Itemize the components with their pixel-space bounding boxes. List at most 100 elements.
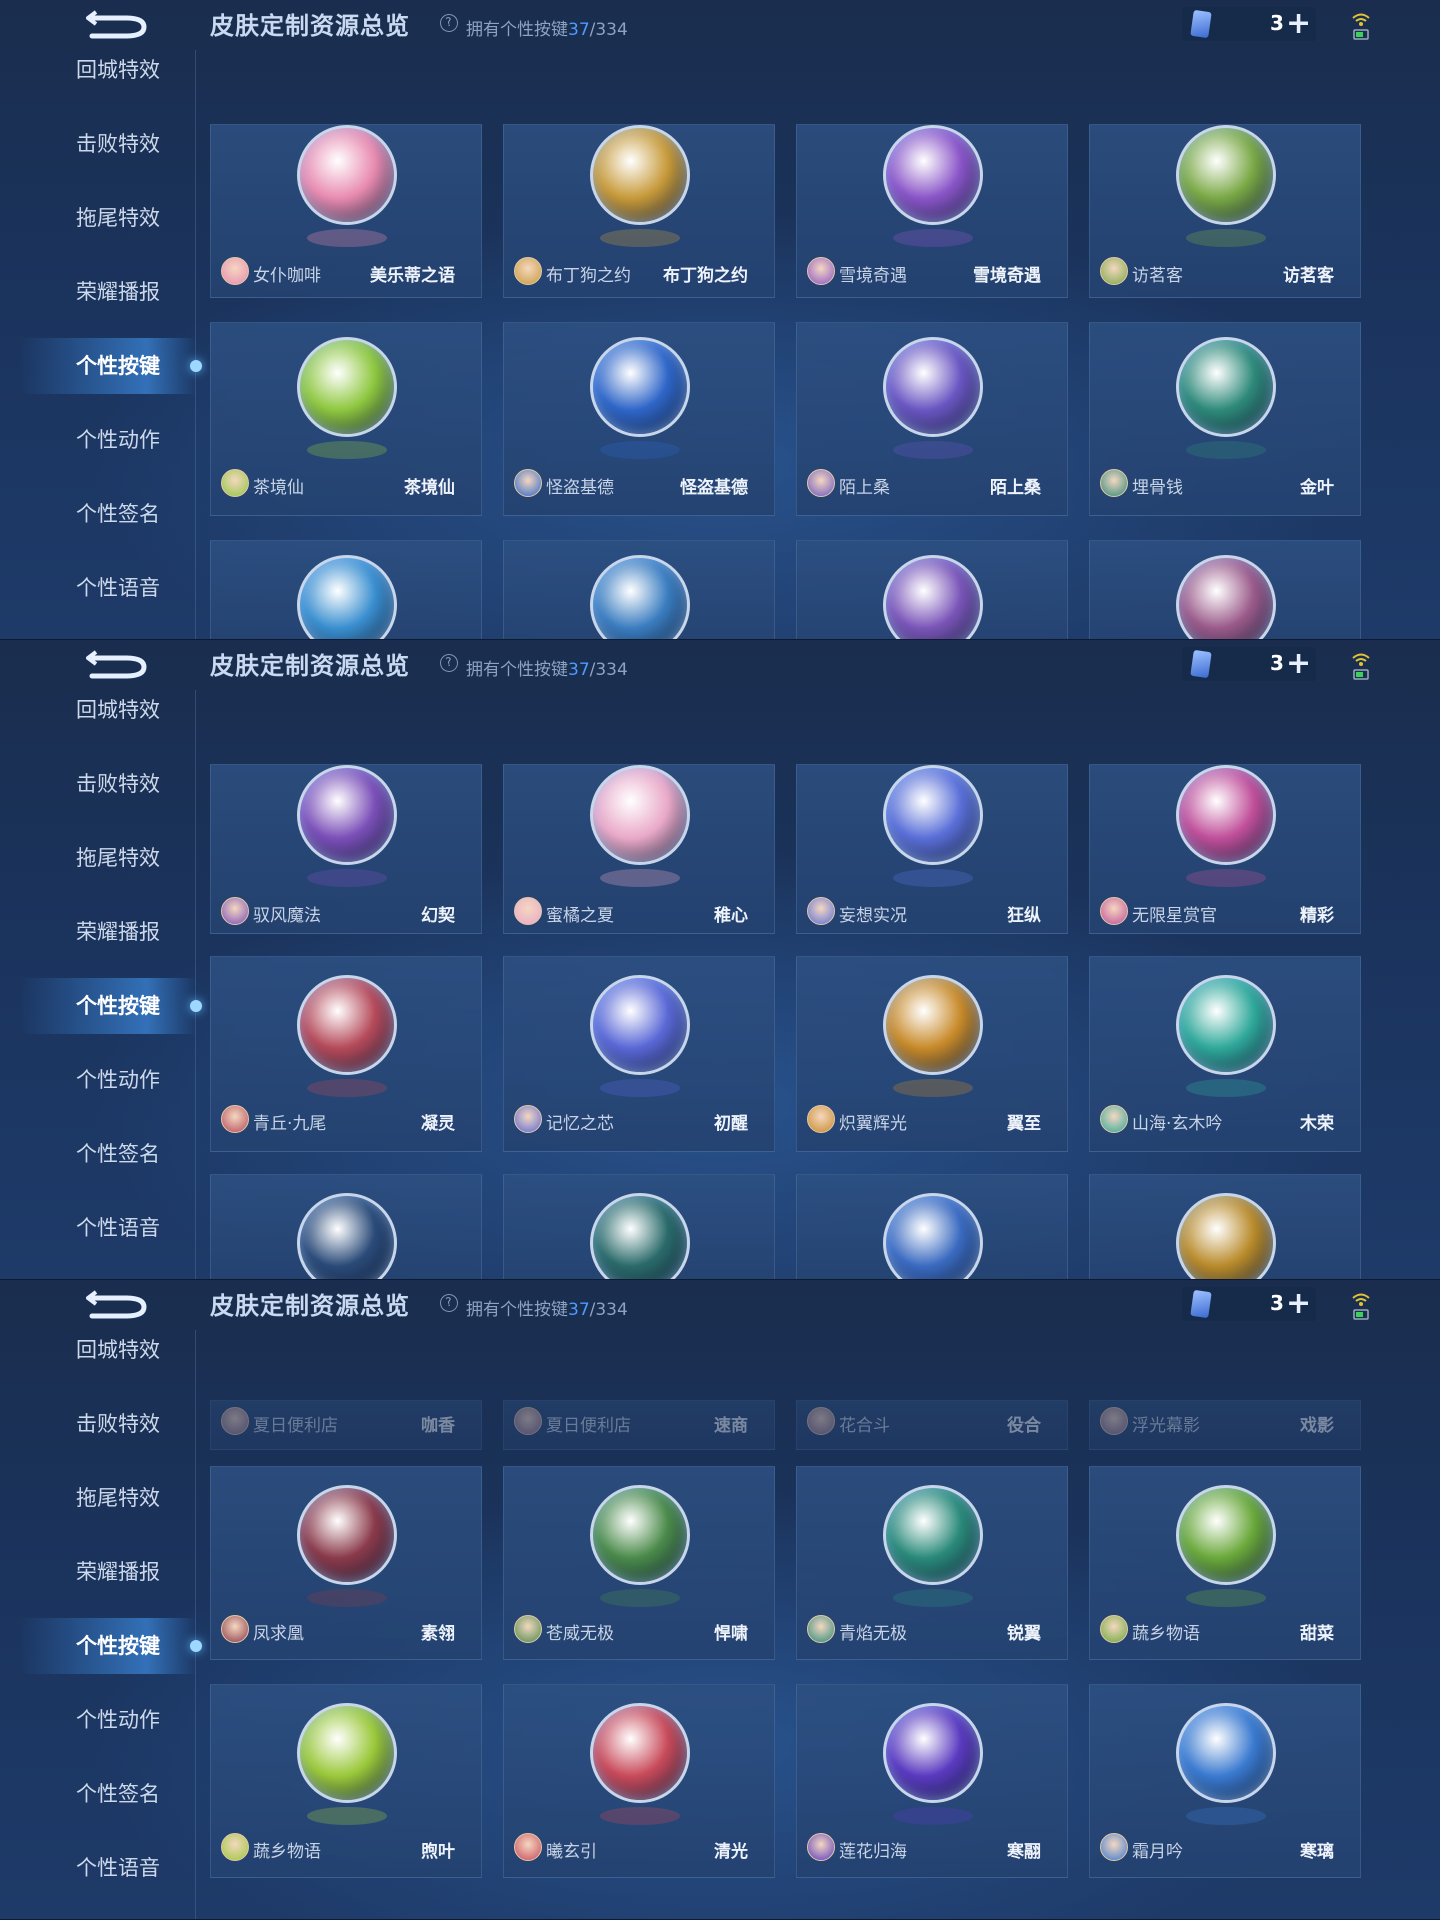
sidebar-item-1[interactable]: 回城特效	[0, 1322, 196, 1378]
card-currency-icon	[1190, 649, 1212, 679]
add-currency-button[interactable]: +	[1286, 646, 1311, 681]
skin-card[interactable]: 记忆之芯 初醒	[503, 956, 775, 1152]
skin-card[interactable]: 霜月吟 寒璃	[1089, 1684, 1361, 1878]
hero-avatar	[221, 1833, 249, 1861]
sidebar-item-2[interactable]: 击败特效	[0, 1396, 196, 1452]
skin-card[interactable]: 蔬乡物语 甜菜	[1089, 1466, 1361, 1660]
skin-card[interactable]: 花合斗 役合	[796, 1400, 1068, 1450]
icon-reflection	[307, 1079, 387, 1097]
skin-card[interactable]: 曦玄引 清光	[503, 1684, 775, 1878]
sidebar-item-5[interactable]: 个性按键	[0, 338, 196, 394]
skin-card[interactable]: 蜜橘之夏 稚心	[503, 764, 775, 934]
skin-card[interactable]: 访茗客 访茗客	[1089, 124, 1361, 298]
sidebar-item-3[interactable]: 拖尾特效	[0, 190, 196, 246]
sidebar-item-3[interactable]: 拖尾特效	[0, 830, 196, 886]
skin-name: 霜月吟	[1132, 1842, 1183, 1862]
skin-card[interactable]	[1089, 540, 1361, 639]
skin-card[interactable]: 无限星赏官 精彩	[1089, 764, 1361, 934]
icon-reflection	[600, 229, 680, 247]
icon-reflection	[307, 869, 387, 887]
skin-card[interactable]: 青丘·九尾 凝灵	[210, 956, 482, 1152]
skin-card[interactable]	[210, 540, 482, 639]
sidebar-item-8[interactable]: 个性语音	[0, 560, 196, 616]
skin-card[interactable]: 炽翼辉光 翼至	[796, 956, 1068, 1152]
skin-card[interactable]: 夏日便利店 咖香	[210, 1400, 482, 1450]
help-icon[interactable]: ?	[438, 652, 460, 674]
card-currency-icon	[1190, 1289, 1212, 1319]
skin-card[interactable]: 埋骨钱 金叶	[1089, 322, 1361, 516]
skin-button-icon	[297, 555, 397, 639]
back-button[interactable]	[86, 1288, 156, 1322]
skin-card[interactable]: 陌上桑 陌上桑	[796, 322, 1068, 516]
skin-card[interactable]: 驭风魔法 幻契	[210, 764, 482, 934]
skin-card[interactable]: 浮光幕影 戏影	[1089, 1400, 1361, 1450]
page-title: 皮肤定制资源总览	[210, 1292, 410, 1320]
sidebar-item-4[interactable]: 荣耀播报	[0, 904, 196, 960]
skin-button-icon	[297, 1193, 397, 1279]
hero-avatar	[514, 1833, 542, 1861]
back-arrow-icon	[86, 1290, 147, 1319]
sidebar-item-2[interactable]: 击败特效	[0, 116, 196, 172]
hero-avatar	[514, 897, 542, 925]
sidebar-item-6[interactable]: 个性动作	[0, 1692, 196, 1748]
add-currency-button[interactable]: +	[1286, 1286, 1311, 1321]
owned-prefix: 拥有个性按键	[466, 660, 568, 680]
icon-reflection	[893, 1079, 973, 1097]
sidebar-item-7[interactable]: 个性签名	[0, 1126, 196, 1182]
sidebar-item-1[interactable]: 回城特效	[0, 42, 196, 98]
skin-card[interactable]	[503, 1174, 775, 1279]
skin-card[interactable]	[210, 1174, 482, 1279]
skin-card[interactable]: 青焰无极 锐翼	[796, 1466, 1068, 1660]
icon-reflection	[1186, 1807, 1266, 1825]
sidebar-item-3[interactable]: 拖尾特效	[0, 1470, 196, 1526]
skin-card[interactable]	[796, 1174, 1068, 1279]
skin-button-icon	[1176, 1485, 1276, 1585]
sidebar-item-6[interactable]: 个性动作	[0, 412, 196, 468]
skin-card[interactable]: 布丁狗之约 布丁狗之约	[503, 124, 775, 298]
sidebar-item-8[interactable]: 个性语音	[0, 1200, 196, 1256]
skin-card[interactable]: 怪盗基德 怪盗基德	[503, 322, 775, 516]
skin-card[interactable]	[796, 540, 1068, 639]
owned-prefix: 拥有个性按键	[466, 1300, 568, 1320]
icon-reflection	[307, 1589, 387, 1607]
skin-card[interactable]: 蔬乡物语 煦叶	[210, 1684, 482, 1878]
skin-button-icon	[1176, 555, 1276, 639]
icon-reflection	[600, 869, 680, 887]
skin-name: 茶境仙	[253, 478, 304, 498]
sidebar: 回城特效 击败特效 拖尾特效 荣耀播报 个性按键 个性动作 个性签名 个性语音	[0, 690, 202, 1279]
skin-name: 莲花归海	[839, 1842, 907, 1862]
icon-reflection	[1186, 1079, 1266, 1097]
sidebar-item-6[interactable]: 个性动作	[0, 1052, 196, 1108]
owned-count: 37	[568, 660, 590, 680]
sidebar-item-8[interactable]: 个性语音	[0, 1840, 196, 1896]
screen-panel-3: 皮肤定制资源总览? 拥有个性按键37/334 3 + 回城特效 击败特效 拖尾特效 荣耀播报个…	[0, 1280, 1440, 1920]
sidebar-item-1[interactable]: 回城特效	[0, 682, 196, 738]
sidebar-item-4[interactable]: 荣耀播报	[0, 264, 196, 320]
back-button[interactable]	[86, 8, 156, 42]
add-currency-button[interactable]: +	[1286, 6, 1311, 41]
back-button[interactable]	[86, 648, 156, 682]
sidebar-item-4[interactable]: 荣耀播报	[0, 1544, 196, 1600]
sidebar-item-2[interactable]: 击败特效	[0, 756, 196, 812]
button-name: 稚心	[714, 906, 748, 926]
skin-card[interactable]: 夏日便利店 速商	[503, 1400, 775, 1450]
skin-card[interactable]: 山海·玄木吟 木荣	[1089, 956, 1361, 1152]
help-icon[interactable]: ?	[438, 1292, 460, 1314]
skin-card[interactable]: 莲花归海 寒翮	[796, 1684, 1068, 1878]
sidebar-item-7[interactable]: 个性签名	[0, 1766, 196, 1822]
skin-card[interactable]	[1089, 1174, 1361, 1279]
skin-card[interactable]	[503, 540, 775, 639]
skin-card[interactable]: 女仆咖啡 美乐蒂之语	[210, 124, 482, 298]
skin-card[interactable]: 妄想实况 狂纵	[796, 764, 1068, 934]
skin-card[interactable]: 凤求凰 素翎	[210, 1466, 482, 1660]
skin-card[interactable]: 茶境仙 茶境仙	[210, 322, 482, 516]
skin-button-icon	[297, 337, 397, 437]
skin-card[interactable]: 苍威无极 悍啸	[503, 1466, 775, 1660]
skin-card[interactable]: 雪境奇遇 雪境奇遇	[796, 124, 1068, 298]
sidebar-item-7[interactable]: 个性签名	[0, 486, 196, 542]
skin-name: 夏日便利店	[253, 1416, 338, 1436]
help-icon[interactable]: ?	[438, 12, 460, 34]
icon-reflection	[893, 869, 973, 887]
sidebar-item-5[interactable]: 个性按键	[0, 1618, 196, 1674]
sidebar-item-5[interactable]: 个性按键	[0, 978, 196, 1034]
